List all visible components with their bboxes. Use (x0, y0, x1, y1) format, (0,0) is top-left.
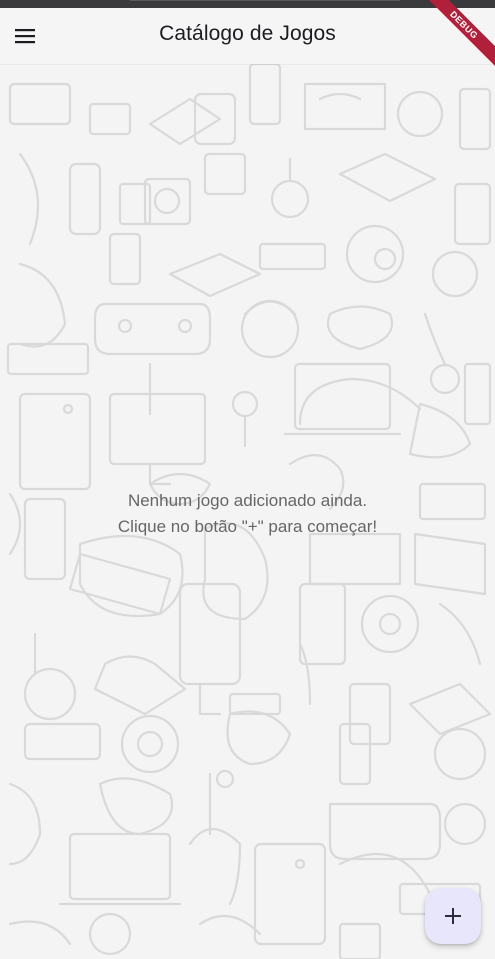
empty-state-message: Nenhum jogo adicionado ainda. Clique no … (0, 488, 495, 540)
app-bar: Catálogo de Jogos (0, 8, 495, 64)
add-game-button[interactable] (425, 888, 481, 944)
status-bar (0, 0, 495, 8)
app-screen: Catálogo de Jogos Nenhum jogo adicionado… (0, 0, 495, 959)
empty-state-line-2: Clique no botão "+" para começar! (117, 517, 378, 536)
status-bar-notch (130, 0, 400, 1)
page-title: Catálogo de Jogos (159, 22, 336, 45)
empty-state-line-1: Nenhum jogo adicionado ainda. (127, 491, 368, 510)
plus-icon (445, 908, 461, 924)
